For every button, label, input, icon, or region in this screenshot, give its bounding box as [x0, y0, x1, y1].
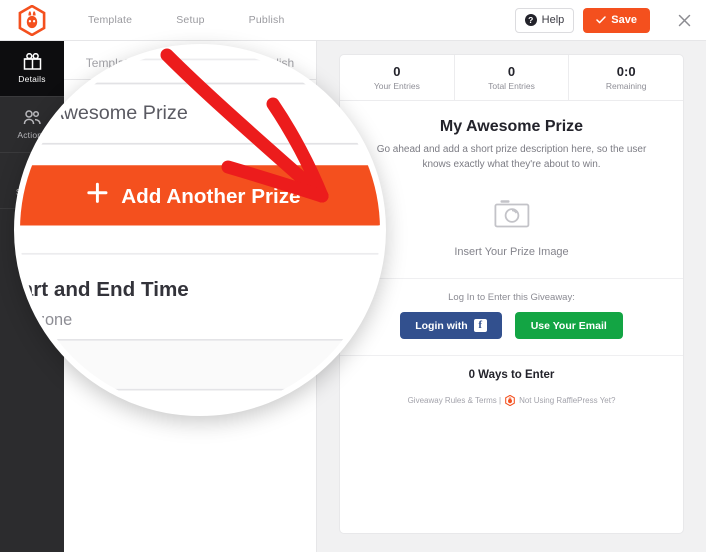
facebook-login-button[interactable]: Login with f: [400, 312, 502, 339]
topbar-tab-setup[interactable]: Setup: [176, 14, 204, 26]
preview-prize-title: My Awesome Prize: [439, 118, 584, 135]
brand-logo[interactable]: [0, 0, 64, 41]
preview-footer: Giveaway Rules & Terms | Not Using Raffl…: [340, 381, 683, 418]
ways-to-enter-heading: 0 Ways to Enter: [340, 355, 683, 381]
add-another-prize-label-magnified: Add Another Prize: [121, 183, 301, 208]
timezone-label-magnified: Timezone: [14, 311, 73, 331]
save-button-label: Save: [611, 14, 637, 26]
close-button[interactable]: [671, 7, 697, 33]
email-login-label: Use Your Email: [530, 319, 607, 332]
email-login-button[interactable]: Use Your Email: [514, 312, 623, 339]
prize-name-input-magnified[interactable]: My Awesome Prize: [20, 82, 380, 145]
add-another-prize-button-magnified[interactable]: Add Another Prize: [20, 165, 380, 226]
topbar-actions: ? Help Save: [514, 7, 706, 33]
save-button[interactable]: Save: [583, 7, 650, 33]
help-button[interactable]: ? Help: [514, 7, 575, 33]
top-bar: Template Setup Publish ? Help Save: [0, 0, 706, 41]
rafflepress-rabbit-logo-icon: [505, 395, 515, 406]
login-buttons: Login with f Use Your Email: [340, 312, 683, 339]
stat-remaining-value: 0:0: [616, 64, 636, 79]
preview-prize-description: Go ahead and add a short prize descripti…: [376, 144, 647, 170]
help-button-label: Help: [541, 14, 565, 26]
rafflepress-rabbit-logo-icon: [18, 4, 46, 36]
footer-rules-link[interactable]: Giveaway Rules & Terms |: [408, 396, 502, 405]
entry-stats-bar: 0 Your Entries 0 Total Entries 0:0 Remai…: [340, 55, 683, 101]
plus-icon: [87, 182, 108, 208]
giveaway-preview-card: 0 Your Entries 0 Total Entries 0:0 Remai…: [339, 54, 684, 534]
stat-total-entries: 0 Total Entries: [453, 55, 569, 100]
topbar-tab-template[interactable]: Template: [88, 14, 132, 26]
stat-total-entries-label: Total Entries: [488, 81, 535, 91]
login-block: Log In to Enter this Giveaway: Login wit…: [340, 278, 683, 355]
prize-image-dropzone[interactable]: Insert Your Prize Image: [340, 172, 683, 278]
question-mark-icon: ?: [524, 14, 537, 26]
login-hint: Log In to Enter this Giveaway:: [448, 292, 575, 303]
magnifier-lens: Details Actions Settings Template: [14, 44, 386, 416]
check-icon: [596, 16, 607, 24]
photo-camera-icon: [493, 198, 530, 233]
prize-section-body-magnified: My Awesome Prize Add Another Prize: [20, 60, 380, 255]
settings-panel-magnified: Template Setup Publish Giveaway Prize De…: [14, 50, 380, 410]
timezone-value-magnified: UTC: [18, 355, 54, 375]
topbar-tab-publish[interactable]: Publish: [249, 14, 285, 26]
timezone-input-magnified[interactable]: UTC: [18, 338, 380, 391]
prize-edit-pencil-icon[interactable]: [345, 100, 367, 128]
magnifier-lens-content: Details Actions Settings Template: [14, 50, 380, 410]
stat-total-entries-value: 0: [507, 64, 516, 79]
facebook-icon: f: [473, 319, 487, 332]
stat-remaining-label: Remaining: [605, 81, 647, 91]
close-icon: [678, 14, 690, 26]
prize-image-label: Insert Your Prize Image: [454, 246, 569, 258]
prize-name-value-magnified: My Awesome Prize: [20, 103, 188, 124]
topbar-tab-list: Template Setup Publish: [64, 14, 285, 26]
time-section-title-magnified: Start and End Time: [14, 277, 189, 302]
stat-remaining: 0:0 Remaining: [568, 55, 683, 100]
footer-promo-link[interactable]: Not Using RafflePress Yet?: [519, 396, 615, 405]
facebook-login-label: Login with: [415, 319, 468, 332]
